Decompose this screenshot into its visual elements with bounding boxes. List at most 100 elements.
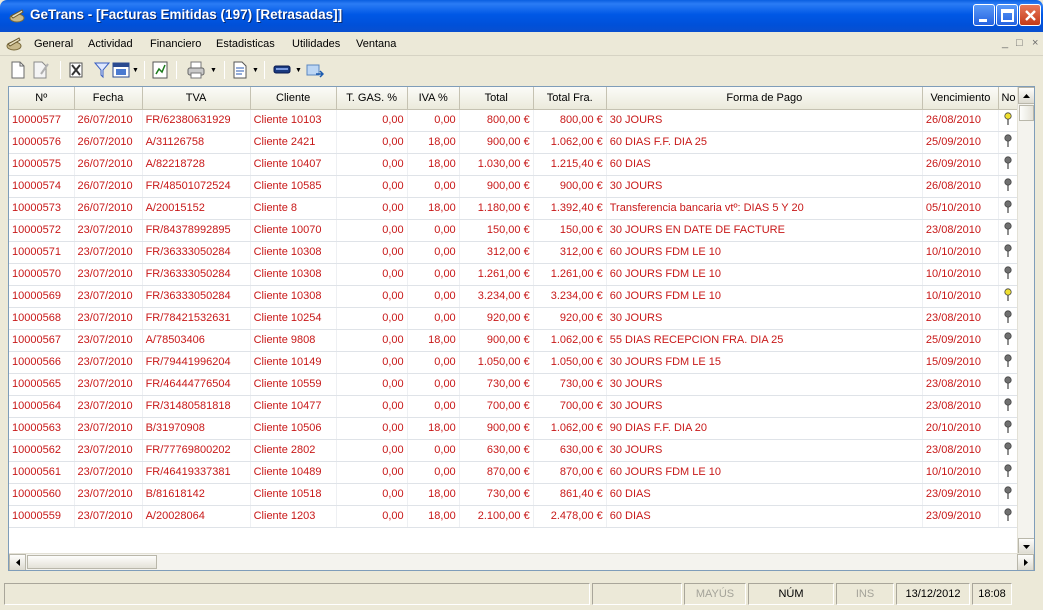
- table-cell: Cliente 10254: [250, 307, 337, 330]
- table-row[interactable]: 10000570 23/07/2010 FR/36333050284 Cliente …: [9, 263, 1020, 286]
- export-icon[interactable]: [232, 60, 248, 80]
- title-bar[interactable]: GeTrans - [Facturas Emitidas (197) [Retr…: [0, 0, 1043, 32]
- chevron-down-icon[interactable]: ▼: [210, 67, 217, 74]
- table-cell: 26/09/2010: [922, 153, 999, 176]
- table-row[interactable]: 10000559 23/07/2010 A/20028064 Cliente 1203…: [9, 505, 1020, 528]
- print-icon[interactable]: [186, 60, 206, 80]
- column-header[interactable]: Vencimiento: [922, 87, 999, 110]
- note-pin-icon: [998, 109, 1020, 132]
- table-cell: Cliente 10103: [250, 109, 337, 132]
- table-row[interactable]: 10000572 23/07/2010 FR/84378992895 Cliente …: [9, 219, 1020, 242]
- column-header[interactable]: Forma de Pago: [606, 87, 923, 110]
- table-cell: 0,00: [407, 307, 460, 330]
- table-cell: 10000559: [9, 505, 75, 528]
- chevron-down-icon[interactable]: ▼: [295, 67, 302, 74]
- column-header[interactable]: Nº: [9, 87, 75, 110]
- maximize-button[interactable]: [996, 4, 1018, 26]
- table-row[interactable]: 10000569 23/07/2010 FR/36333050284 Cliente …: [9, 285, 1020, 308]
- delete-icon[interactable]: [68, 60, 84, 80]
- column-header[interactable]: IVA %: [407, 87, 460, 110]
- mdi-minimize-icon[interactable]: _: [1002, 37, 1008, 49]
- table-row[interactable]: 10000573 26/07/2010 A/20015152 Cliente 8 0,0…: [9, 197, 1020, 220]
- view-options-icon[interactable]: [112, 60, 130, 80]
- table-row[interactable]: 10000562 23/07/2010 FR/77769800202 Cliente …: [9, 439, 1020, 462]
- table-cell: 0,00: [407, 219, 460, 242]
- chevron-down-icon[interactable]: ▼: [252, 67, 259, 74]
- table-cell: 23/07/2010: [74, 219, 143, 242]
- menu-financiero[interactable]: Financiero: [150, 38, 201, 50]
- note-pin-icon: [998, 373, 1020, 396]
- menu-utilidades[interactable]: Utilidades: [292, 38, 340, 50]
- table-cell: 20/10/2010: [922, 417, 999, 440]
- table-cell: 10/10/2010: [922, 285, 999, 308]
- scroll-left-button[interactable]: [9, 554, 26, 570]
- scroll-up-button[interactable]: [1018, 87, 1034, 104]
- column-header[interactable]: T. GAS. %: [336, 87, 408, 110]
- table-row[interactable]: 10000564 23/07/2010 FR/31480581818 Cliente …: [9, 395, 1020, 418]
- scroll-thumb[interactable]: [1019, 105, 1034, 121]
- column-header[interactable]: No: [998, 87, 1020, 110]
- menu-general[interactable]: General: [34, 38, 73, 50]
- table-row[interactable]: 10000563 23/07/2010 B/31970908 Cliente 1050…: [9, 417, 1020, 440]
- menu-actividad[interactable]: Actividad: [88, 38, 133, 50]
- table-cell: FR/36333050284: [142, 241, 251, 264]
- horizontal-scrollbar[interactable]: [9, 553, 1034, 570]
- app-menu-icon[interactable]: [5, 36, 23, 52]
- horizontal-scroll-thumb[interactable]: [27, 555, 157, 569]
- table-cell: 10000574: [9, 175, 75, 198]
- maximize-icon: [1001, 9, 1014, 22]
- table-cell: 60 DIAS: [606, 483, 923, 506]
- table-cell: 312,00 €: [533, 241, 607, 264]
- close-button[interactable]: [1019, 4, 1041, 26]
- note-pin-icon: [998, 417, 1020, 440]
- arrow-left-icon: [16, 559, 20, 566]
- table-row[interactable]: 10000577 26/07/2010 FR/62380631929 Cliente …: [9, 109, 1020, 132]
- table-row[interactable]: 10000566 23/07/2010 FR/79441996204 Cliente …: [9, 351, 1020, 374]
- mdi-close-icon[interactable]: ×: [1032, 37, 1038, 49]
- table-row[interactable]: 10000576 26/07/2010 A/31126758 Cliente 2421…: [9, 131, 1020, 154]
- table-cell: 26/07/2010: [74, 175, 143, 198]
- table-row[interactable]: 10000561 23/07/2010 FR/46419337381 Cliente …: [9, 461, 1020, 484]
- table-row[interactable]: 10000574 26/07/2010 FR/48501072524 Cliente …: [9, 175, 1020, 198]
- table-cell: Cliente 10070: [250, 219, 337, 242]
- minimize-button[interactable]: [973, 4, 995, 26]
- menu-estadisticas[interactable]: Estadisticas: [216, 38, 275, 50]
- scroll-right-button[interactable]: [1017, 554, 1034, 570]
- invoices-grid[interactable]: Nº Fecha TVA Cliente T. GAS. % IVA % Total Tota…: [8, 86, 1035, 571]
- column-header[interactable]: TVA: [142, 87, 251, 110]
- column-header[interactable]: Total: [459, 87, 534, 110]
- status-mayus: MAYÚS: [684, 583, 746, 605]
- close-icon: [1025, 10, 1036, 21]
- table-row[interactable]: 10000567 23/07/2010 A/78503406 Cliente 9808…: [9, 329, 1020, 352]
- mdi-restore-icon[interactable]: □: [1016, 37, 1023, 49]
- table-cell: 0,00: [407, 395, 460, 418]
- table-cell: 0,00: [407, 461, 460, 484]
- new-document-icon[interactable]: [10, 60, 26, 80]
- menu-ventana[interactable]: Ventana: [356, 38, 396, 50]
- table-row[interactable]: 10000568 23/07/2010 FR/78421532631 Cliente …: [9, 307, 1020, 330]
- table-row[interactable]: 10000571 23/07/2010 FR/36333050284 Cliente …: [9, 241, 1020, 264]
- table-cell: 23/07/2010: [74, 329, 143, 352]
- table-row[interactable]: 10000560 23/07/2010 B/81618142 Cliente 1051…: [9, 483, 1020, 506]
- send-icon[interactable]: [272, 60, 292, 80]
- report-icon[interactable]: [152, 60, 168, 80]
- table-cell: 10000561: [9, 461, 75, 484]
- table-cell: 3.234,00 €: [533, 285, 607, 308]
- column-header[interactable]: Cliente: [250, 87, 337, 110]
- filter-icon[interactable]: [94, 60, 110, 80]
- table-cell: 920,00 €: [459, 307, 534, 330]
- table-cell: Cliente 10477: [250, 395, 337, 418]
- column-header[interactable]: Fecha: [74, 87, 143, 110]
- table-row[interactable]: 10000575 26/07/2010 A/82218728 Cliente 1040…: [9, 153, 1020, 176]
- vertical-scrollbar[interactable]: [1017, 87, 1034, 555]
- table-row[interactable]: 10000565 23/07/2010 FR/46444776504 Cliente …: [9, 373, 1020, 396]
- table-cell: 25/09/2010: [922, 329, 999, 352]
- table-cell: 90 DIAS F.F. DIA 20: [606, 417, 923, 440]
- table-cell: 60 DIAS: [606, 153, 923, 176]
- send-forward-icon[interactable]: [306, 60, 324, 80]
- table-cell: 23/07/2010: [74, 285, 143, 308]
- column-header[interactable]: Total Fra.: [533, 87, 607, 110]
- chevron-down-icon[interactable]: ▼: [132, 67, 139, 74]
- table-cell: FR/84378992895: [142, 219, 251, 242]
- edit-document-icon[interactable]: [32, 60, 50, 80]
